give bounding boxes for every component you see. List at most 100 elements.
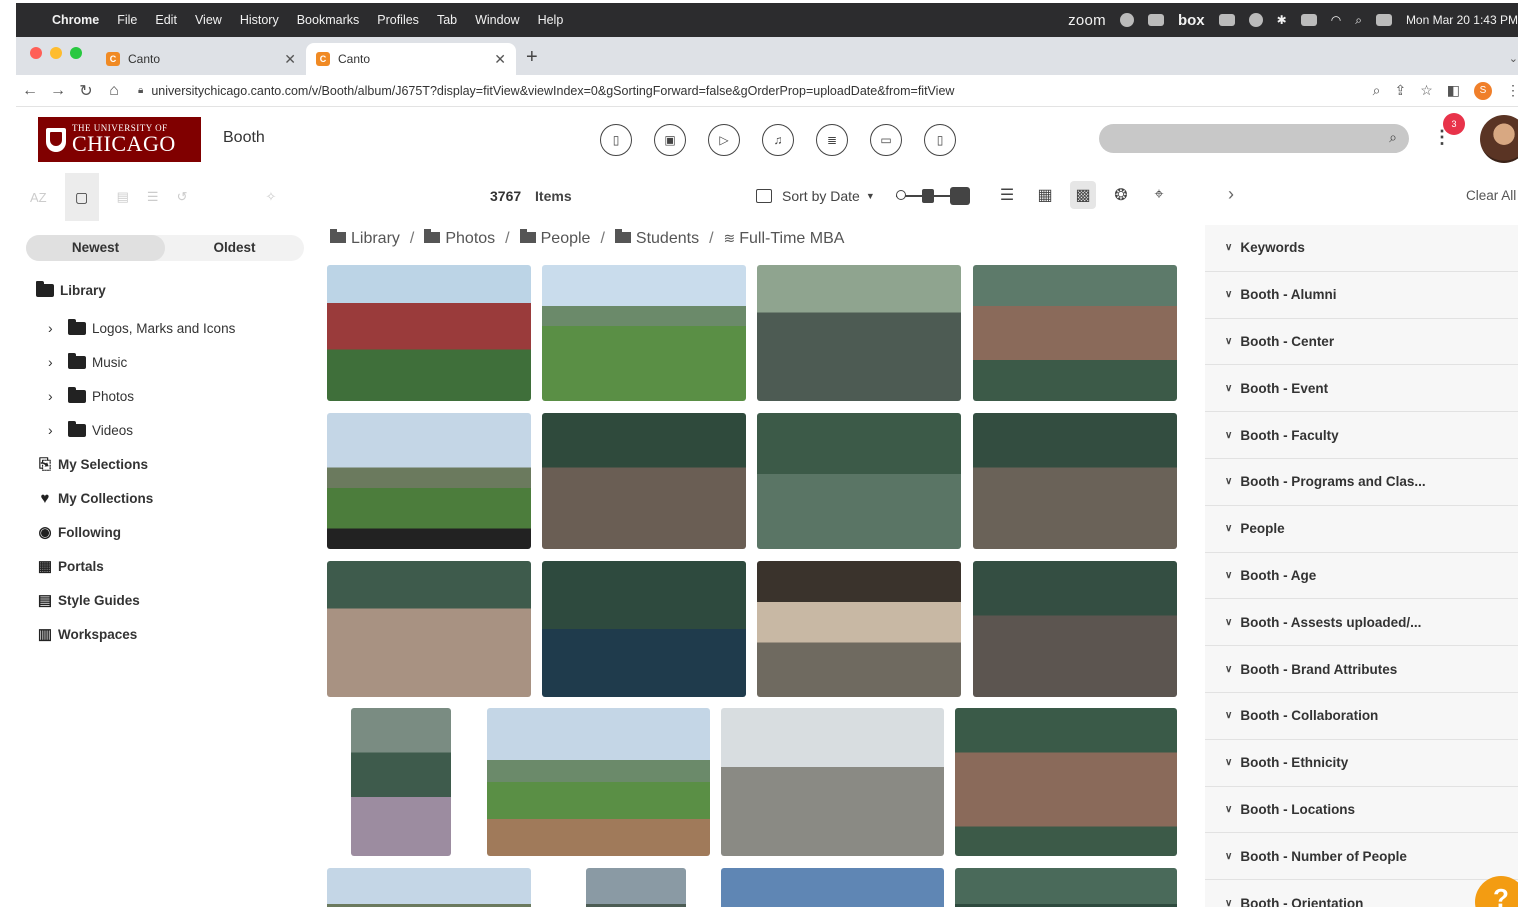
newest-button[interactable]: Newest xyxy=(26,235,165,261)
filter-booth-assets-uploaded[interactable]: ∨ Booth - Assests uploaded/... xyxy=(1205,599,1518,647)
breadcrumb-library[interactable]: Library xyxy=(330,229,400,248)
back-icon[interactable]: ← xyxy=(16,82,44,100)
menu-bookmarks[interactable]: Bookmarks xyxy=(297,13,360,27)
time-machine-icon[interactable] xyxy=(1248,13,1263,27)
sidebar-item-my-collections[interactable]: ♥ My Collections xyxy=(34,481,235,515)
chrome-menu-icon[interactable]: ⋮ xyxy=(1506,82,1518,99)
box-status[interactable]: box xyxy=(1178,12,1205,29)
asset-thumbnail[interactable] xyxy=(351,708,451,856)
fit-view-icon[interactable]: ▩ xyxy=(1070,181,1096,209)
filter-people[interactable]: ∨ People xyxy=(1205,506,1518,553)
breadcrumb-students[interactable]: Students xyxy=(614,229,699,248)
images-icon[interactable]: ▣ xyxy=(654,124,686,156)
filetype-sort-icon[interactable]: ▤ xyxy=(117,189,129,205)
az-sort-icon[interactable]: AZ xyxy=(30,190,47,205)
menu-view[interactable]: View xyxy=(195,13,222,27)
filter-booth-brand-attributes[interactable]: ∨ Booth - Brand Attributes xyxy=(1205,646,1518,693)
sort-dropdown[interactable]: Sort by Date ▼ xyxy=(756,188,875,204)
forward-icon[interactable]: → xyxy=(44,82,72,100)
close-window-button[interactable] xyxy=(30,47,42,59)
asset-thumbnail[interactable] xyxy=(721,708,944,856)
filter-booth-center[interactable]: ∨ Booth - Center xyxy=(1205,319,1518,366)
thumbnail-size-slider[interactable] xyxy=(896,186,970,206)
sidebar-folder-logos[interactable]: › Logos, Marks and Icons xyxy=(34,311,235,345)
creative-cloud-icon[interactable] xyxy=(1218,14,1235,26)
zoom-meeting-icon[interactable] xyxy=(1119,13,1134,27)
url-text[interactable]: universitychicago.canto.com/v/Booth/albu… xyxy=(151,84,954,98)
filter-booth-faculty[interactable]: ∨ Booth - Faculty xyxy=(1205,412,1518,459)
sidebar-item-my-selections[interactable]: ⎘ My Selections xyxy=(34,447,235,481)
filter-booth-orientation[interactable]: ∨ Booth - Orientation xyxy=(1205,880,1518,907)
breadcrumb-full-time-mba[interactable]: ≋ Full-Time MBA xyxy=(724,230,845,248)
slider-handle[interactable] xyxy=(922,189,934,203)
screen-icon[interactable] xyxy=(1147,14,1164,26)
asset-thumbnail[interactable] xyxy=(757,265,961,401)
sidebar-item-style-guides[interactable]: ▤ Style Guides xyxy=(34,583,235,617)
filter-booth-locations[interactable]: ∨ Booth - Locations xyxy=(1205,787,1518,834)
menu-help[interactable]: Help xyxy=(538,13,564,27)
sidebar-item-following[interactable]: ◉ Following xyxy=(34,515,235,549)
filter-booth-ethnicity[interactable]: ∨ Booth - Ethnicity xyxy=(1205,740,1518,787)
asset-thumbnail[interactable] xyxy=(721,868,944,907)
sidebar-item-library[interactable]: Library xyxy=(34,273,235,307)
face-view-icon[interactable]: ❂ xyxy=(1108,181,1134,209)
asset-thumbnail[interactable] xyxy=(973,561,1177,697)
home-icon[interactable]: ⌂ xyxy=(100,82,128,100)
profile-avatar[interactable]: S xyxy=(1474,81,1492,100)
notification-badge[interactable]: 3 xyxy=(1443,113,1465,135)
filter-booth-event[interactable]: ∨ Booth - Event xyxy=(1205,365,1518,413)
close-tab-icon[interactable]: ✕ xyxy=(284,51,296,68)
asset-thumbnail[interactable] xyxy=(973,413,1177,549)
url-field[interactable]: 🔒︎ universitychicago.canto.com/v/Booth/a… xyxy=(138,84,1373,98)
browser-tab-1[interactable]: C Canto ✕ xyxy=(96,43,306,75)
grid-view-icon[interactable]: ▦ xyxy=(1032,181,1058,209)
other-files-icon[interactable]: ▯ xyxy=(924,124,956,156)
bookmark-star-icon[interactable]: ☆ xyxy=(1420,82,1433,99)
menu-edit[interactable]: Edit xyxy=(155,13,177,27)
map-view-icon[interactable]: ⌖ xyxy=(1146,181,1172,209)
audio-icon[interactable]: ♫ xyxy=(762,124,794,156)
asset-thumbnail[interactable] xyxy=(955,708,1177,856)
tab-search-icon[interactable]: ⌄ xyxy=(1509,52,1518,65)
new-tab-button[interactable]: + xyxy=(526,46,538,69)
filter-booth-age[interactable]: ∨ Booth - Age xyxy=(1205,553,1518,600)
uchicago-logo[interactable]: THE UNIVERSITY OF CHICAGO xyxy=(38,117,201,162)
breadcrumb-photos[interactable]: Photos xyxy=(424,229,495,248)
presentation-icon[interactable]: ▭ xyxy=(870,124,902,156)
filter-booth-number-of-people[interactable]: ∨ Booth - Number of People xyxy=(1205,833,1518,881)
asset-thumbnail[interactable] xyxy=(542,265,746,401)
all-files-icon[interactable]: ▯ xyxy=(600,124,632,156)
spotlight-icon[interactable]: ⌕ xyxy=(1355,13,1362,28)
list-sort-icon[interactable]: ☰ xyxy=(147,189,159,205)
control-center-icon[interactable] xyxy=(1375,14,1392,26)
close-tab-icon[interactable]: ✕ xyxy=(494,51,506,68)
search-input[interactable]: ⌕ xyxy=(1099,124,1409,153)
chevron-right-icon[interactable]: › xyxy=(48,320,68,336)
video-icon[interactable]: ▷ xyxy=(708,124,740,156)
sidebar-folder-music[interactable]: › Music xyxy=(34,345,235,379)
reload-icon[interactable]: ↻ xyxy=(72,81,100,101)
sidebar-item-workspaces[interactable]: ▥ Workspaces xyxy=(34,617,235,651)
browser-tab-2[interactable]: C Canto ✕ xyxy=(306,43,516,75)
collapse-panel-icon[interactable]: › xyxy=(1228,184,1234,205)
maximize-window-button[interactable] xyxy=(70,47,82,59)
asset-thumbnail[interactable] xyxy=(757,413,961,549)
filter-keywords[interactable]: ∨ Keywords xyxy=(1205,225,1518,272)
menu-history[interactable]: History xyxy=(240,13,279,27)
share-icon[interactable]: ⇪ xyxy=(1394,82,1406,99)
clear-all-button[interactable]: Clear All xyxy=(1466,188,1516,203)
clock[interactable]: Mon Mar 20 1:43 PM xyxy=(1406,13,1518,27)
breadcrumb-people[interactable]: People xyxy=(519,229,590,248)
asset-thumbnail[interactable] xyxy=(973,265,1177,401)
asset-thumbnail[interactable] xyxy=(542,561,746,697)
asset-thumbnail[interactable] xyxy=(955,868,1177,907)
menu-tab[interactable]: Tab xyxy=(437,13,457,27)
asset-thumbnail[interactable] xyxy=(586,868,686,907)
menu-file[interactable]: File xyxy=(117,13,137,27)
asset-thumbnail[interactable] xyxy=(757,561,961,697)
document-icon[interactable]: ≣ xyxy=(816,124,848,156)
zoom-status[interactable]: zoom xyxy=(1068,12,1106,29)
asset-thumbnail[interactable] xyxy=(542,413,746,549)
menu-profiles[interactable]: Profiles xyxy=(377,13,419,27)
side-panel-icon[interactable]: ◧ xyxy=(1447,82,1460,99)
